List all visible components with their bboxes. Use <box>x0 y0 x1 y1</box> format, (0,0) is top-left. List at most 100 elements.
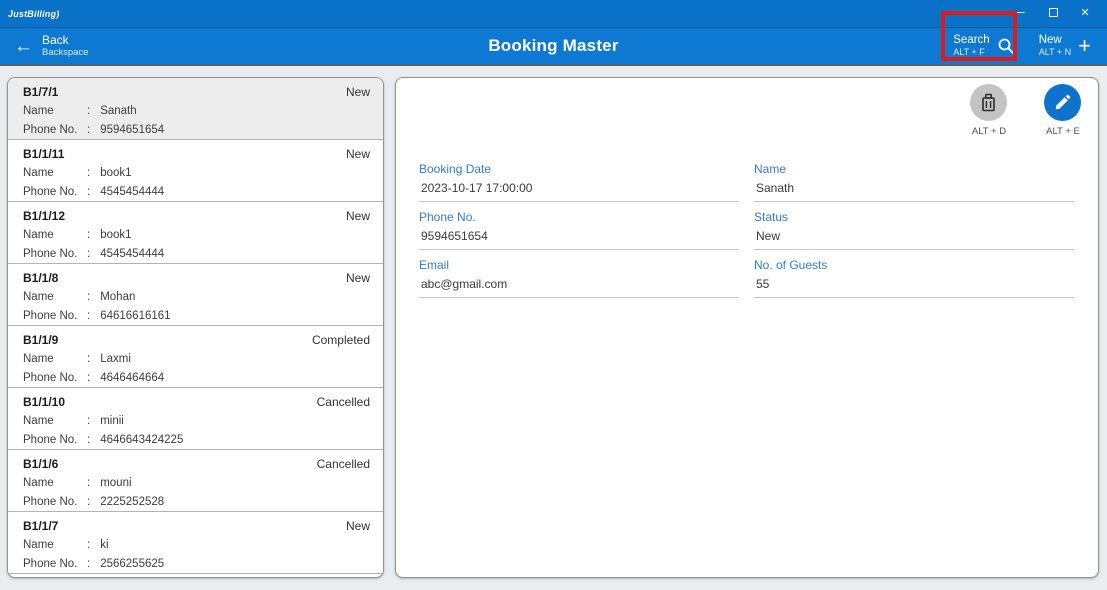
titlebar: JustBilling) ─ ✕ <box>0 0 1107 28</box>
search-texts: Search ALT + F <box>953 34 989 58</box>
minimize-button[interactable]: ─ <box>1011 4 1031 22</box>
status-badge: New <box>346 518 370 535</box>
booking-id: B1/1/10 <box>23 394 65 411</box>
phone-field-value[interactable]: 9594651654 <box>419 228 739 250</box>
colon: : <box>87 474 90 492</box>
booking-phone: 4646464664 <box>100 372 164 384</box>
booking-id: B1/1/9 <box>23 332 58 349</box>
window-controls: ─ ✕ <box>1011 4 1095 23</box>
phone-label: Phone No. <box>23 369 87 387</box>
plus-icon: + <box>1078 37 1091 55</box>
back-texts: Back Backspace <box>42 34 88 59</box>
app-window: JustBilling) ─ ✕ ← Back Backspace Bookin… <box>0 0 1107 590</box>
guests-field-value[interactable]: 55 <box>754 276 1074 298</box>
colon: : <box>87 288 90 306</box>
guests-field-label: No. of Guests <box>754 258 1074 273</box>
status-badge: Cancelled <box>317 394 370 411</box>
name-label: Name <box>23 350 87 368</box>
colon: : <box>87 183 90 201</box>
name-field-label: Name <box>754 162 1074 177</box>
search-button[interactable]: Search ALT + F <box>953 34 1014 58</box>
status-field-value[interactable]: New <box>754 228 1074 250</box>
booking-name: minii <box>100 415 124 427</box>
booking-list-item[interactable]: B1/1/11New Name:book1 Phone No.:45454544… <box>8 140 383 202</box>
colon: : <box>87 555 90 573</box>
status-field-label: Status <box>754 210 1074 225</box>
booking-date-value[interactable]: 2023-10-17 17:00:00 <box>419 180 739 202</box>
booking-list-item[interactable]: B1/1/7New Name:ki Phone No.:2566255625 <box>8 512 383 574</box>
booking-list-item[interactable]: B1/1/9Completed Name:Laxmi Phone No.:464… <box>8 326 383 388</box>
booking-name: book1 <box>100 167 131 179</box>
back-button[interactable]: ← Back Backspace <box>0 34 88 59</box>
phone-label: Phone No. <box>23 307 87 325</box>
booking-list: B1/7/1New Name:Sanath Phone No.:95946516… <box>7 77 384 578</box>
booking-name: Mohan <box>100 291 135 303</box>
booking-list-item[interactable]: B1/1/12New Name:book1 Phone No.:45454544… <box>8 202 383 264</box>
delete-button[interactable] <box>970 84 1007 121</box>
booking-phone: 4545454444 <box>100 186 164 198</box>
colon: : <box>87 431 90 449</box>
booking-id: B1/1/7 <box>23 518 58 535</box>
booking-phone: 2566255625 <box>100 558 164 570</box>
colon: : <box>87 369 90 387</box>
name-label: Name <box>23 226 87 244</box>
colon: : <box>87 226 90 244</box>
name-label: Name <box>23 536 87 554</box>
phone-label: Phone No. <box>23 245 87 263</box>
status-badge: New <box>346 146 370 163</box>
name-label: Name <box>23 288 87 306</box>
back-label: Back <box>42 34 88 47</box>
page-title: Booking Master <box>0 36 1107 56</box>
colon: : <box>87 164 90 182</box>
field-phone: Phone No. 9594651654 <box>419 210 739 250</box>
name-label: Name <box>23 474 87 492</box>
booking-date-label: Booking Date <box>419 162 739 177</box>
phone-label: Phone No. <box>23 183 87 201</box>
edit-shortcut: ALT + E <box>1033 126 1093 137</box>
back-shortcut: Backspace <box>42 48 88 58</box>
search-shortcut: ALT + F <box>953 48 984 58</box>
booking-phone: 4646643424225 <box>100 434 183 446</box>
search-icon <box>997 37 1015 55</box>
trash-icon <box>980 93 997 112</box>
commandbar-right: Search ALT + F New ALT + N + <box>953 34 1107 58</box>
booking-list-item[interactable]: B1/1/10Cancelled Name:minii Phone No.:46… <box>8 388 383 450</box>
name-label: Name <box>23 102 87 120</box>
new-texts: New ALT + N <box>1039 34 1071 58</box>
colon: : <box>87 245 90 263</box>
colon: : <box>87 412 90 430</box>
command-bar: ← Back Backspace Booking Master Search A… <box>0 28 1107 66</box>
booking-name: ki <box>100 539 108 551</box>
name-field-value[interactable]: Sanath <box>754 180 1074 202</box>
new-button[interactable]: New ALT + N + <box>1039 34 1091 58</box>
phone-label: Phone No. <box>23 121 87 139</box>
email-field-value[interactable]: abc@gmail.com <box>419 276 739 298</box>
status-badge: New <box>346 270 370 287</box>
booking-list-item[interactable]: B1/1/8New Name:Mohan Phone No.:646166161… <box>8 264 383 326</box>
booking-list-item[interactable]: B1/7/1New Name:Sanath Phone No.:95946516… <box>8 78 383 140</box>
name-label: Name <box>23 164 87 182</box>
edit-button[interactable] <box>1044 84 1081 121</box>
phone-field-label: Phone No. <box>419 210 739 225</box>
booking-phone: 4545454444 <box>100 248 164 260</box>
field-guests: No. of Guests 55 <box>754 258 1074 298</box>
status-badge: New <box>346 208 370 225</box>
booking-name: mouni <box>100 477 131 489</box>
booking-name: book1 <box>100 229 131 241</box>
phone-label: Phone No. <box>23 431 87 449</box>
field-booking-date: Booking Date 2023-10-17 17:00:00 <box>419 162 739 202</box>
booking-id: B1/1/6 <box>23 456 58 473</box>
maximize-button[interactable] <box>1043 4 1063 23</box>
colon: : <box>87 121 90 139</box>
status-badge: Cancelled <box>317 456 370 473</box>
back-arrow-icon: ← <box>14 37 33 56</box>
booking-phone: 64616616161 <box>100 310 170 322</box>
colon: : <box>87 307 90 325</box>
new-shortcut: ALT + N <box>1039 48 1071 58</box>
delete-shortcut: ALT + D <box>959 126 1019 137</box>
booking-list-item[interactable]: B1/1/6Cancelled Name:mouni Phone No.:222… <box>8 450 383 512</box>
search-label: Search <box>953 34 989 47</box>
colon: : <box>87 493 90 511</box>
close-button[interactable]: ✕ <box>1075 4 1095 22</box>
colon: : <box>87 536 90 554</box>
